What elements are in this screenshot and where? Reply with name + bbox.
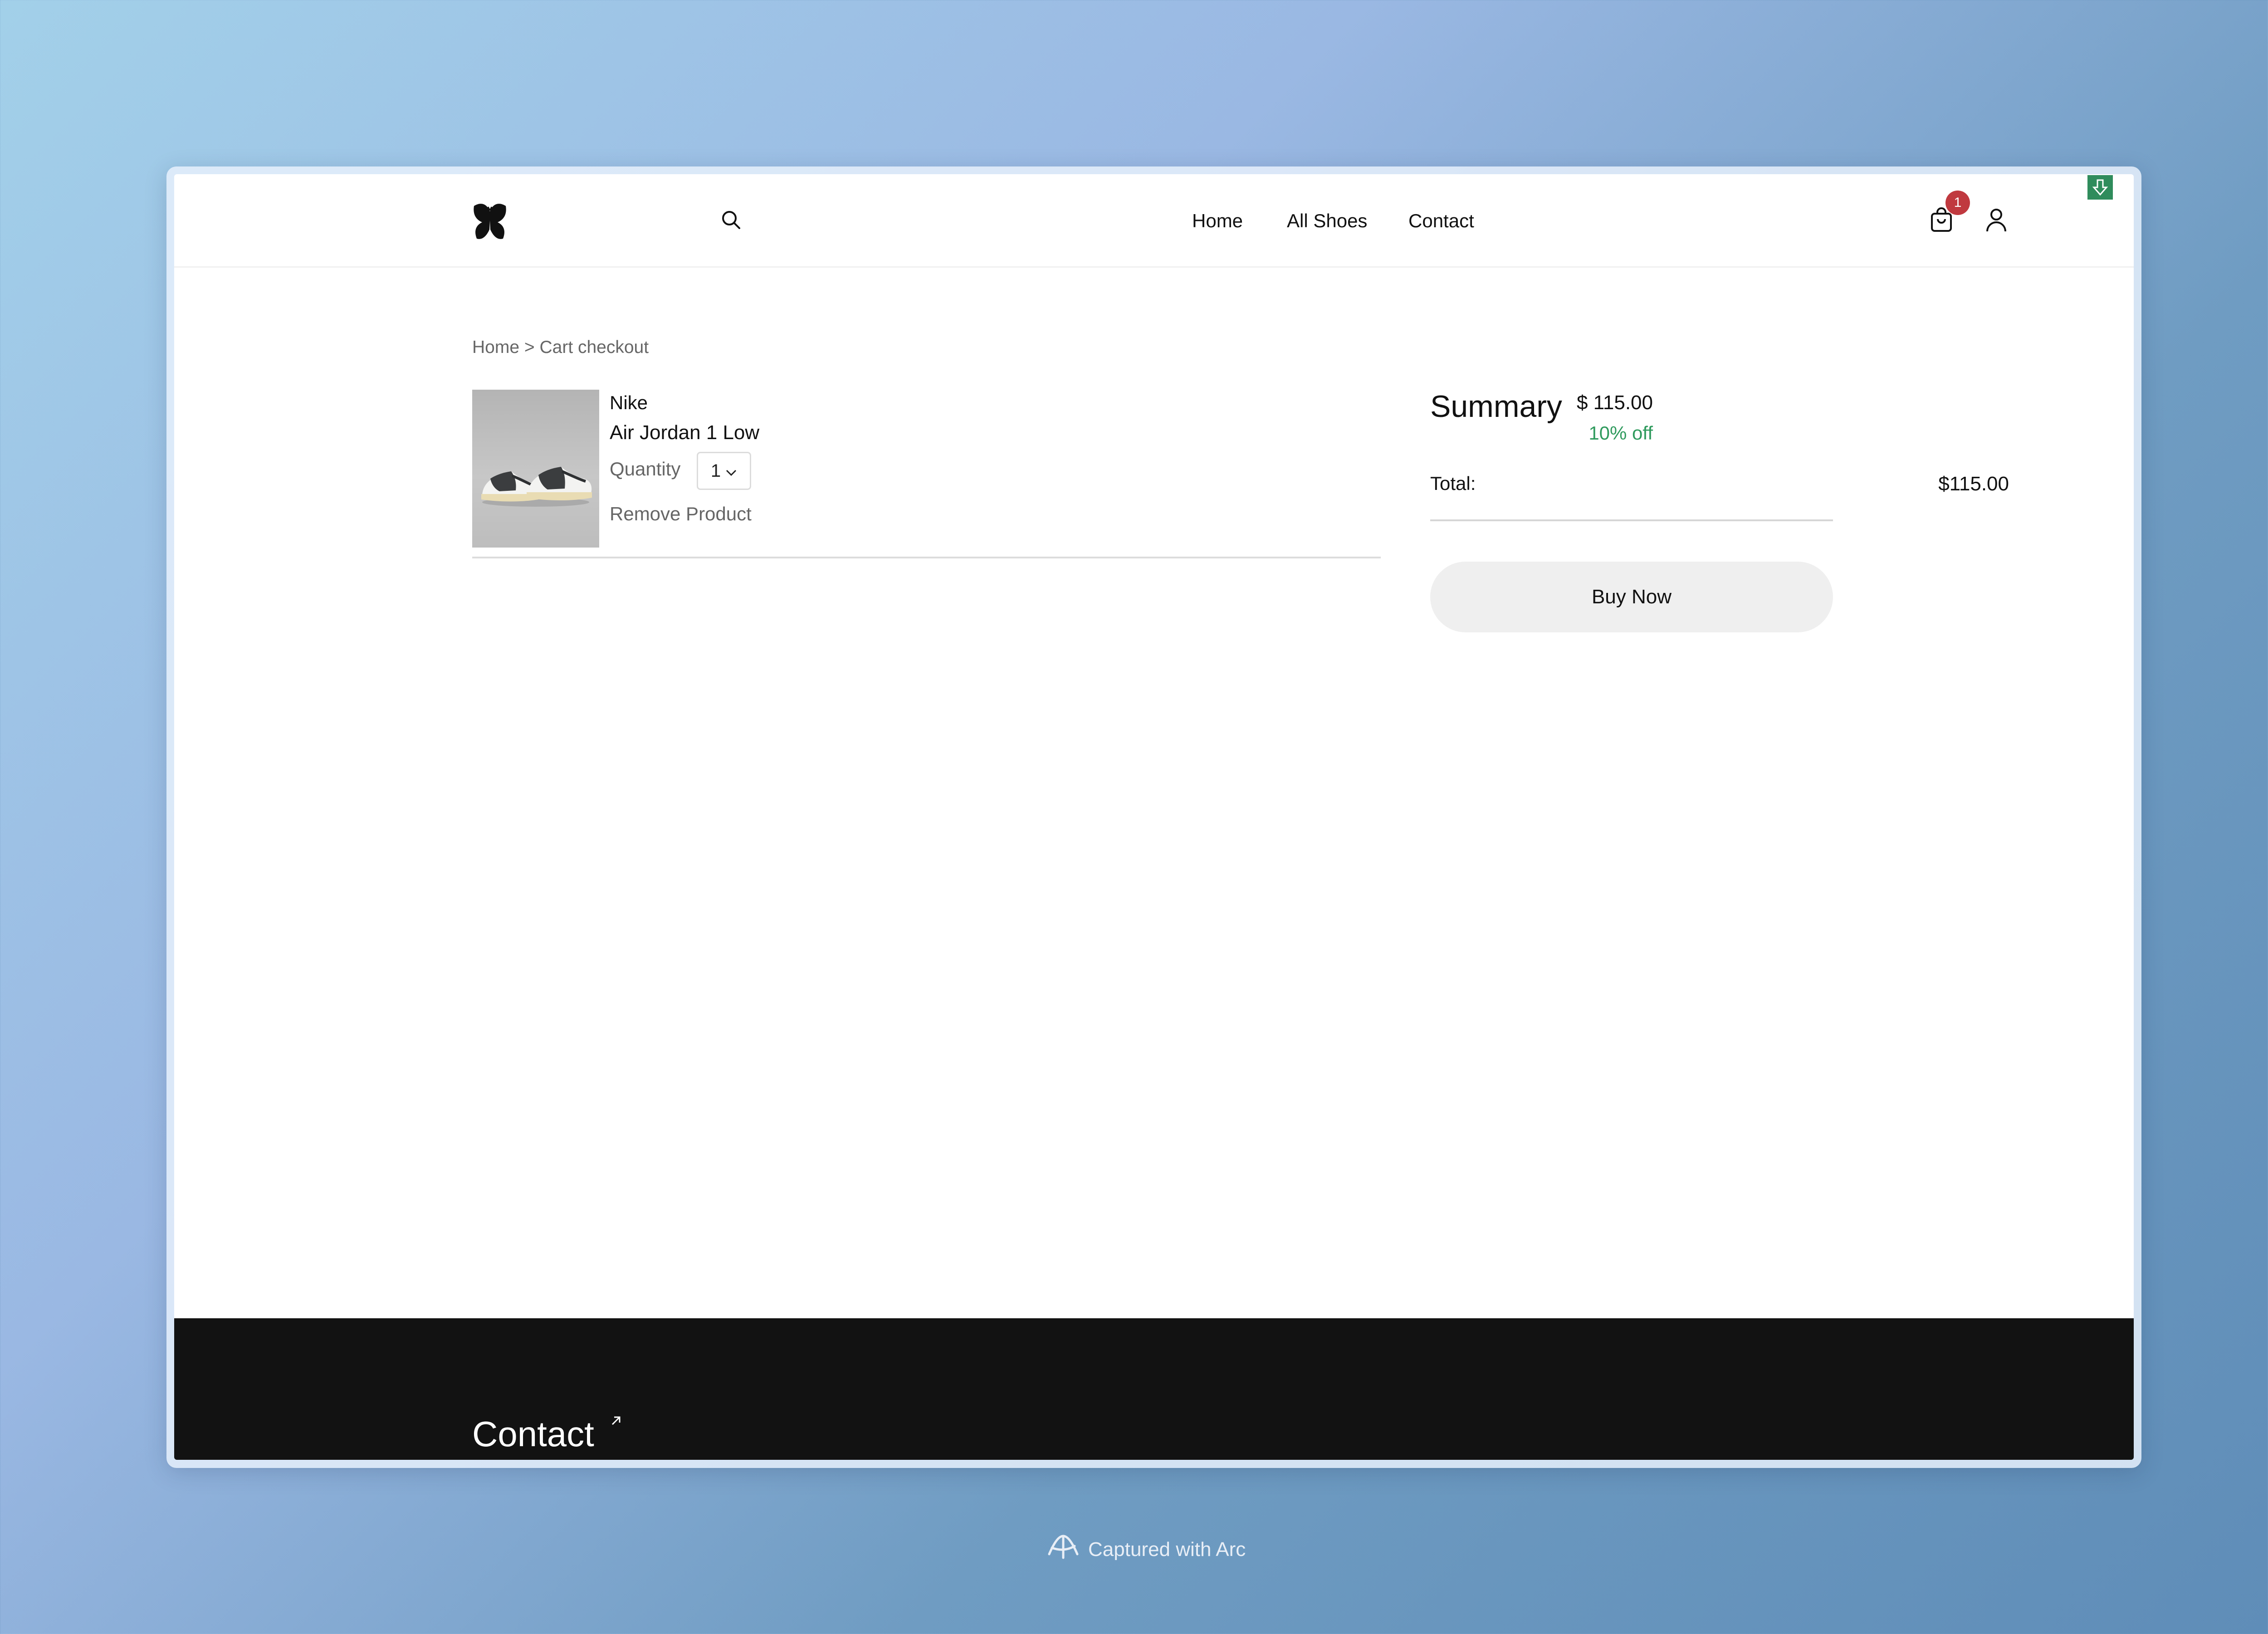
divider: [472, 557, 1381, 558]
web-page: Home All Shoes Contact 1 Home > Cart che…: [174, 174, 2134, 1460]
footer-contact-link[interactable]: Contact: [472, 1414, 594, 1455]
user-icon: [1985, 208, 2008, 235]
site-header: Home All Shoes Contact 1: [174, 174, 2134, 268]
quantity-value: 1: [710, 460, 721, 481]
download-arrow-icon[interactable]: [2087, 175, 2113, 200]
nav-contact-link[interactable]: Contact: [1408, 205, 1474, 237]
search-icon: [720, 209, 741, 232]
remove-product-button[interactable]: Remove Product: [610, 503, 752, 525]
divider: [1430, 519, 1833, 521]
captured-with-arc: Captured with Arc: [1046, 1532, 1246, 1566]
sneaker-product-image[interactable]: [472, 390, 599, 548]
cart-count-badge: 1: [1945, 191, 1970, 215]
arrow-up-right-icon: [610, 1414, 622, 1427]
nav-all-shoes-link[interactable]: All Shoes: [1287, 205, 1367, 237]
butterfly-logo-icon[interactable]: [472, 202, 508, 241]
quantity-label: Quantity: [610, 458, 681, 479]
summary-title: Summary: [1430, 389, 1562, 424]
arc-logo-icon: [1046, 1532, 1081, 1566]
nav-home-link[interactable]: Home: [1192, 205, 1243, 237]
total-value: $115.00: [1938, 473, 2009, 495]
breadcrumb[interactable]: Home > Cart checkout: [472, 338, 649, 357]
site-footer: Contact: [174, 1318, 2134, 1460]
product-brand: Nike: [610, 392, 648, 413]
product-name[interactable]: Air Jordan 1 Low: [610, 421, 759, 444]
quantity-select[interactable]: 1: [697, 452, 751, 490]
search-button[interactable]: [717, 207, 744, 234]
account-button[interactable]: [1981, 206, 2011, 236]
buy-now-button[interactable]: Buy Now: [1430, 562, 1833, 632]
chevron-down-icon: [725, 461, 737, 481]
discount-label: 10% off: [1589, 422, 1653, 444]
captured-with-arc-text: Captured with Arc: [1088, 1538, 1246, 1561]
total-label: Total:: [1430, 473, 1476, 494]
